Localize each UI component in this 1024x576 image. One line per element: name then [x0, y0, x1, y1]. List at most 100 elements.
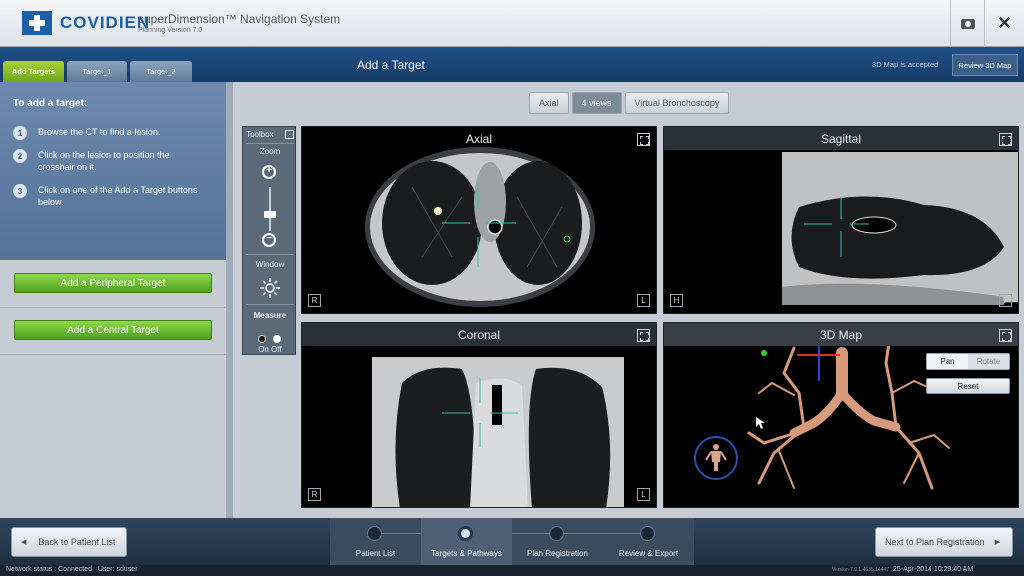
toolbox-collapse-button[interactable]: - — [285, 130, 294, 139]
app-header: COVIDIEN superDimension™ Navigation Syst… — [0, 0, 1024, 47]
review-3d-map-button[interactable]: Review 3D Map — [952, 54, 1018, 76]
arrow-right-icon: ▶ — [994, 539, 1000, 546]
add-peripheral-target-button[interactable]: Add a Peripheral Target — [14, 273, 212, 293]
covidien-logo-icon — [22, 11, 52, 35]
status-bar: Network status : Connected User: sduser … — [0, 565, 1024, 576]
rotate-toggle-button[interactable]: Rotate — [968, 354, 1009, 369]
step-label: Review & Export — [618, 549, 679, 558]
expand-icon[interactable] — [637, 133, 650, 146]
axial-viewport[interactable]: Axial R L — [301, 126, 657, 314]
map-status-text: 3D Map is accepted — [872, 60, 939, 69]
tab-target-2[interactable]: Target_2 — [130, 61, 192, 82]
view-tab-virtual-bronchoscopy[interactable]: Virtual Bronchoscopy — [624, 92, 730, 114]
step-dot — [640, 526, 655, 541]
3d-map-viewport[interactable]: 3D Map Pan Rotate Reset — [663, 322, 1019, 508]
instruction-step: 2 Click on the lesion to position the cr… — [13, 149, 223, 173]
orientation-marker: L — [637, 294, 650, 307]
viewport-title: Coronal — [457, 328, 501, 342]
orientation-marker: L — [637, 488, 650, 501]
next-to-plan-registration-button[interactable]: Next to Plan Registration ▶ — [875, 527, 1013, 557]
back-button-label: Back to Patient List — [38, 537, 116, 547]
viewport-title: 3D Map — [819, 328, 863, 342]
orientation-marker: H — [670, 294, 683, 307]
viewport-title: Axial — [465, 132, 492, 146]
zoom-out-icon[interactable]: − — [262, 233, 276, 247]
divider — [0, 354, 226, 355]
orientation-marker: R — [308, 294, 321, 307]
instruction-step: 1 Browse the CT to find a lesion. — [13, 126, 223, 140]
workflow-step-review-export[interactable]: Review & Export — [603, 518, 694, 565]
step-label: Targets & Pathways — [431, 549, 502, 558]
measure-off-radio[interactable] — [273, 335, 281, 343]
axial-ct-image[interactable] — [302, 127, 657, 314]
zoom-slider-thumb[interactable] — [264, 211, 276, 218]
pan-toggle-button[interactable]: Pan — [927, 354, 968, 369]
toolbox: Toolbox - Zoom + − Window Measure On Off — [242, 126, 296, 355]
body-orientation-icon[interactable] — [694, 436, 738, 480]
network-status-text: Network status : Connected — [6, 566, 92, 573]
zoom-in-icon[interactable]: + — [262, 165, 276, 179]
measure-label: Measure — [253, 311, 287, 320]
reset-view-button[interactable]: Reset — [926, 378, 1010, 394]
step-text: Browse the CT to find a lesion. — [38, 127, 161, 137]
viewport-title: Sagittal — [820, 132, 862, 146]
tab-target-1[interactable]: Target_1 — [67, 61, 127, 82]
window-label: Window — [255, 260, 285, 269]
workflow-step-plan-registration[interactable]: Plan Registration — [512, 518, 603, 565]
tab-bar: Add Targets Target_1 Target_2 Add a Targ… — [0, 47, 1024, 82]
view-tab-4-views[interactable]: 4 views — [571, 92, 622, 114]
view-tab-axial[interactable]: Axial — [529, 92, 569, 114]
divider — [246, 143, 294, 144]
coronal-ct-image[interactable] — [302, 323, 657, 508]
expand-icon[interactable] — [637, 329, 650, 342]
sagittal-viewport[interactable]: Sagittal H F — [663, 126, 1019, 314]
orientation-marker: R — [308, 488, 321, 501]
expand-icon[interactable] — [999, 133, 1012, 146]
instructions-panel: To add a target: 1 Browse the CT to find… — [0, 82, 226, 260]
sagittal-ct-image[interactable] — [664, 127, 1019, 314]
version-text: Version 7.0.1.4635.14447 — [832, 567, 889, 573]
coronal-viewport[interactable]: Coronal R L — [301, 322, 657, 508]
step-dot — [367, 526, 382, 541]
screenshot-button[interactable] — [950, 0, 984, 47]
step-number: 1 — [13, 126, 27, 140]
back-to-patient-list-button[interactable]: ◀ Back to Patient List — [11, 527, 127, 557]
page-title: Add a Target — [357, 58, 425, 72]
step-label: Plan Registration — [527, 549, 588, 558]
close-button[interactable]: ✕ — [984, 0, 1024, 47]
footer-bar: ◀ Back to Patient List Patient List Targ… — [0, 518, 1024, 565]
workflow-step-targets-pathways[interactable]: Targets & Pathways — [421, 518, 512, 565]
human-figure-icon — [705, 444, 727, 471]
measure-on-radio[interactable] — [258, 335, 266, 343]
app-subtitle: Planning Version 7.0 — [138, 27, 203, 34]
close-icon: ✕ — [996, 13, 1013, 33]
workflow-stepper: Patient List Targets & Pathways Plan Reg… — [330, 518, 694, 565]
logo-text: COVIDIEN — [60, 13, 151, 32]
instructions-title: To add a target: — [13, 98, 88, 109]
zoom-slider-track[interactable] — [269, 187, 271, 231]
workflow-step-patient-list[interactable]: Patient List — [330, 518, 421, 565]
arrow-left-icon: ◀ — [21, 539, 27, 546]
window-level-icon[interactable] — [260, 278, 280, 298]
step-text: Click on the lesion to position the cros… — [38, 150, 170, 172]
toolbox-title: Toolbox — [246, 130, 274, 139]
step-dot — [549, 526, 564, 541]
tab-add-targets[interactable]: Add Targets — [3, 61, 64, 82]
step-label: Patient List — [355, 549, 396, 558]
network-status: Network status : Connected User: sduser — [6, 566, 138, 573]
view-mode-tabs: Axial 4 views Virtual Bronchoscopy — [529, 92, 730, 114]
app-title: superDimension™ Navigation System — [138, 12, 341, 26]
step-number: 3 — [13, 184, 27, 198]
panel-edge — [226, 82, 233, 518]
divider — [0, 307, 226, 308]
expand-icon[interactable] — [999, 329, 1012, 342]
next-button-label: Next to Plan Registration — [885, 537, 985, 547]
step-dot-current — [458, 526, 473, 541]
divider — [246, 304, 294, 305]
measure-state-label: On Off — [258, 345, 282, 354]
user-text: User: sduser — [97, 566, 138, 573]
instruction-step: 3 Click on one of the Add a Target butto… — [13, 184, 223, 208]
add-central-target-button[interactable]: Add a Central Target — [14, 320, 212, 340]
pan-rotate-toggle: Pan Rotate — [926, 353, 1010, 370]
divider — [246, 254, 294, 255]
